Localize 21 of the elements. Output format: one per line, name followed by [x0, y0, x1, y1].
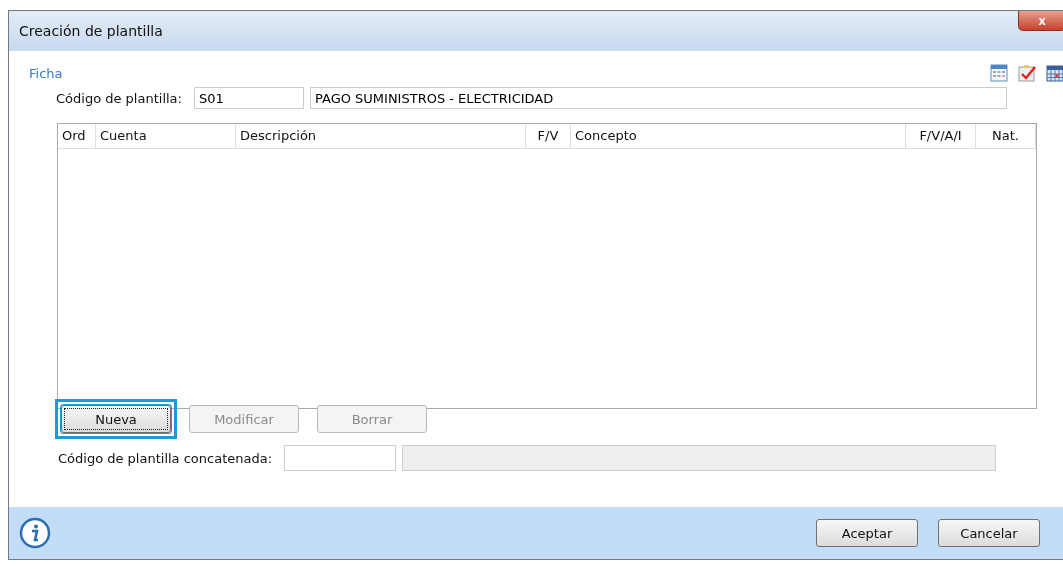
calendar-icon[interactable] — [990, 64, 1008, 82]
action-button[interactable]: Nueva — [61, 405, 171, 433]
concatenated-code-label: Código de plantilla concatenada: — [58, 450, 273, 466]
checklist-icon[interactable] — [1018, 64, 1036, 82]
column-header[interactable]: F/V — [526, 124, 571, 148]
template-description-field[interactable]: PAGO SUMINISTROS - ELECTRICIDAD — [309, 87, 1007, 109]
column-header[interactable]: Cuenta — [96, 124, 236, 148]
column-header[interactable]: Ord — [58, 124, 96, 148]
dialog-button[interactable]: Aceptar — [816, 519, 918, 547]
template-code-field[interactable]: S01 — [193, 87, 304, 109]
column-header[interactable]: Descripción — [236, 124, 526, 148]
window-title: Creación de plantilla — [19, 23, 163, 39]
concatenated-code-field[interactable] — [284, 445, 397, 471]
calendar-grid-icon[interactable] — [1046, 64, 1063, 82]
column-header[interactable]: Concepto — [571, 124, 906, 148]
dialog-button[interactable]: Cancelar — [938, 519, 1040, 547]
template-code-label: Código de plantilla: — [56, 90, 182, 106]
section-title: Ficha — [29, 65, 63, 81]
column-header[interactable]: F/V/A/I — [906, 124, 976, 148]
info-icon[interactable] — [19, 517, 51, 549]
column-header[interactable]: Nat. — [976, 124, 1036, 148]
